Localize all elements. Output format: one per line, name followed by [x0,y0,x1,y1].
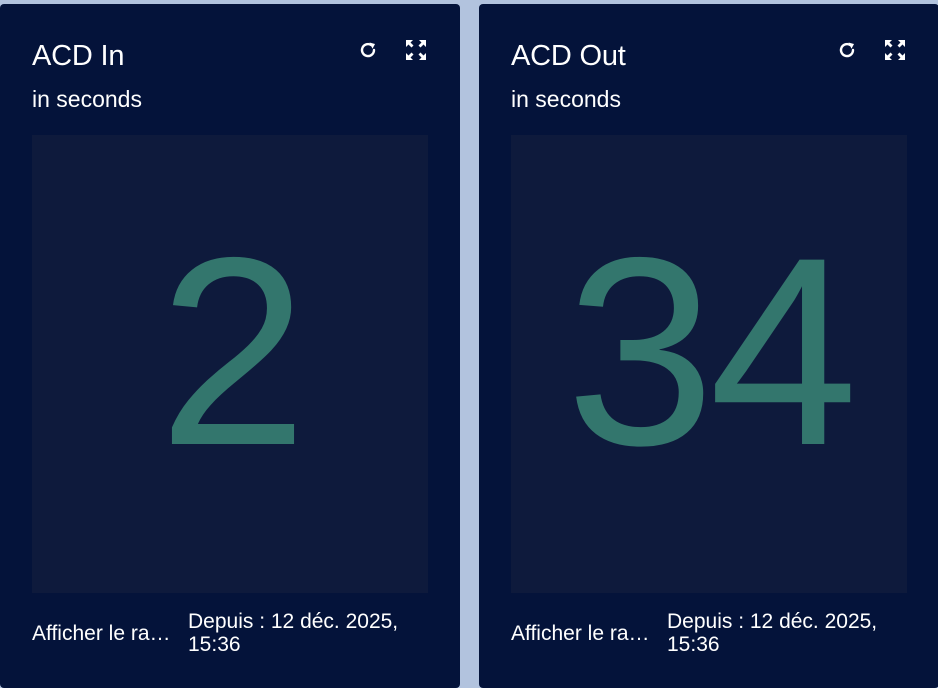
show-report-link[interactable]: Afficher le rapport [32,622,180,646]
kpi-value: 2 [158,201,307,501]
expand-icon [885,40,905,60]
refresh-icon [360,42,376,58]
card-title: ACD In [32,40,125,72]
dashboard-canvas: ACD In in seconds 2 Afficher le rapport [0,0,938,688]
refresh-icon [839,42,855,58]
expand-button[interactable] [404,38,428,62]
since-label: Depuis : 12 déc. 2025, [667,610,878,633]
card-title: ACD Out [511,40,626,72]
since-timestamp: Depuis : 12 déc. 2025, 15:36 [667,610,929,656]
kpi-value: 34 [565,201,858,501]
card-subtitle: in seconds [511,86,621,112]
since-label: Depuis : 12 déc. 2025, [188,610,399,633]
kpi-value-area: 34 [511,135,907,593]
expand-icon [406,40,426,60]
card-subtitle: in seconds [32,86,142,112]
kpi-card-acd-in: ACD In in seconds 2 Afficher le rapport [0,4,460,688]
refresh-button[interactable] [356,38,380,62]
kpi-value-area: 2 [32,135,428,593]
show-report-link[interactable]: Afficher le rapport [511,622,659,646]
since-time: 15:36 [667,633,720,656]
refresh-button[interactable] [835,38,859,62]
kpi-card-acd-out: ACD Out in seconds 34 Afficher le rappor… [479,4,938,688]
since-timestamp: Depuis : 12 déc. 2025, 15:36 [188,610,450,656]
since-time: 15:36 [188,633,241,656]
expand-button[interactable] [883,38,907,62]
